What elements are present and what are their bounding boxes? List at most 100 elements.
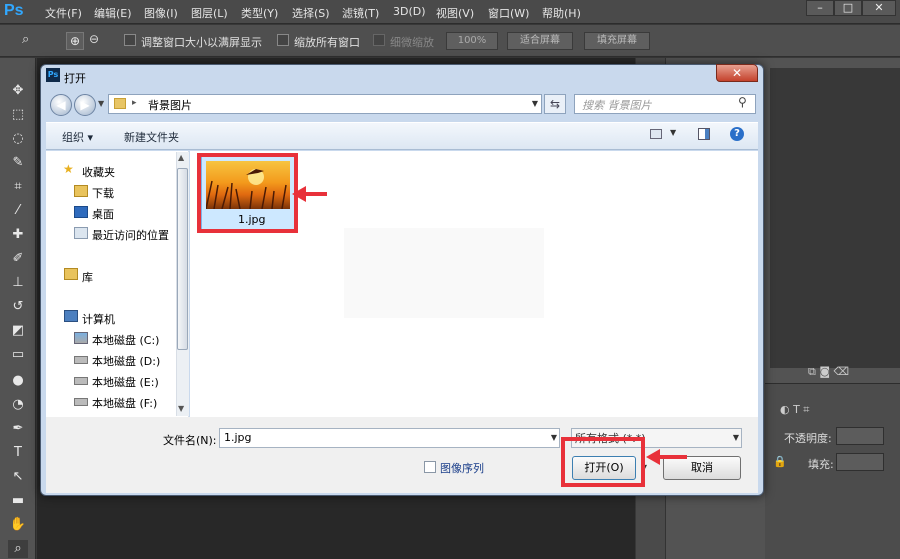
- nav-drive-c[interactable]: 本地磁盘 (C:): [92, 332, 159, 348]
- nav-drive-e[interactable]: 本地磁盘 (E:): [92, 374, 159, 390]
- address-dropdown-icon[interactable]: ▼: [528, 95, 542, 113]
- menu-layer[interactable]: 图层(L): [191, 5, 228, 21]
- history-dropdown-icon[interactable]: ▼: [98, 99, 104, 108]
- opacity-label: 不透明度:: [784, 432, 832, 445]
- view-icon[interactable]: [650, 129, 662, 139]
- nav-drive-f[interactable]: 本地磁盘 (F:): [92, 395, 157, 411]
- dialog-close-button[interactable]: ✕: [716, 64, 758, 82]
- nav-downloads[interactable]: 下载: [92, 185, 114, 201]
- drive-e-icon: [74, 377, 88, 385]
- zoom-tool-icon-active[interactable]: ⌕: [8, 540, 28, 558]
- photoshop-logo: Ps: [4, 2, 24, 19]
- layer-filter-icons[interactable]: ◐ T ⌗: [780, 403, 810, 417]
- minimize-button[interactable]: –: [806, 0, 834, 16]
- eraser-tool-icon[interactable]: ◩: [8, 322, 28, 340]
- close-window-button[interactable]: ✕: [862, 0, 896, 16]
- file-type-dropdown-icon[interactable]: ▼: [730, 428, 742, 448]
- image-sequence-checkbox[interactable]: [424, 461, 436, 473]
- new-folder-button[interactable]: 新建文件夹: [124, 129, 179, 145]
- fill-screen-button[interactable]: 填充屏幕: [584, 32, 650, 50]
- panel-footer-icons[interactable]: ⧉ ◙ ⌫: [808, 365, 849, 379]
- desktop-icon: [74, 206, 88, 218]
- fit-screen-button[interactable]: 适合屏幕: [507, 32, 573, 50]
- nav-favorites[interactable]: 收藏夹: [82, 164, 115, 180]
- back-button[interactable]: ◀: [50, 94, 72, 116]
- move-tool-icon[interactable]: ✥: [8, 82, 28, 100]
- path-select-icon[interactable]: ↖: [8, 468, 28, 486]
- crop-tool-icon[interactable]: ⌗: [8, 178, 28, 196]
- recent-places-icon: [74, 227, 88, 239]
- preview-pane-icon[interactable]: [698, 128, 710, 140]
- dialog-title: 打开: [64, 72, 86, 85]
- resize-window-checkbox[interactable]: [124, 34, 136, 46]
- nav-desktop[interactable]: 桌面: [92, 206, 114, 222]
- downloads-folder-icon: [74, 185, 88, 197]
- nav-recent[interactable]: 最近访问的位置: [92, 227, 169, 243]
- filename-input[interactable]: [219, 428, 560, 448]
- quick-select-icon[interactable]: ✎: [8, 154, 28, 172]
- menu-file[interactable]: 文件(F): [45, 5, 82, 21]
- watermark: [344, 228, 544, 318]
- dodge-tool-icon[interactable]: ◔: [8, 396, 28, 414]
- menu-image[interactable]: 图像(I): [144, 5, 178, 21]
- zoom-tool-icon[interactable]: ⌕: [22, 32, 29, 47]
- search-icon[interactable]: ⚲: [738, 95, 747, 109]
- red-arrowhead-file: [292, 186, 306, 202]
- organize-button[interactable]: 组织 ▾: [62, 129, 93, 145]
- red-arrow-open: [659, 455, 687, 459]
- menu-edit[interactable]: 编辑(E): [94, 5, 132, 21]
- menu-select[interactable]: 选择(S): [292, 5, 330, 21]
- breadcrumb[interactable]: 背景图片: [148, 97, 192, 113]
- image-sequence-label: 图像序列: [440, 462, 484, 475]
- zoom-all-checkbox[interactable]: [277, 34, 289, 46]
- opacity-input[interactable]: [836, 427, 884, 445]
- scrollbar-thumb[interactable]: [177, 168, 188, 350]
- stamp-tool-icon[interactable]: ⊥: [8, 274, 28, 292]
- scroll-up-icon[interactable]: ▲: [178, 153, 184, 162]
- shape-tool-icon[interactable]: ▬: [8, 492, 28, 510]
- history-brush-icon[interactable]: ↺: [8, 298, 28, 316]
- menu-filter[interactable]: 滤镜(T): [342, 5, 379, 21]
- breadcrumb-arrow-icon[interactable]: ▸: [132, 98, 137, 108]
- help-icon[interactable]: ?: [730, 127, 744, 141]
- zoom-out-icon[interactable]: ⊖: [89, 32, 99, 46]
- filename-dropdown-icon[interactable]: ▼: [548, 428, 560, 448]
- blur-tool-icon[interactable]: ●: [8, 372, 28, 390]
- menu-view[interactable]: 视图(V): [436, 5, 474, 21]
- filename-value: 1.jpg: [224, 431, 252, 444]
- fill-label: 填充:: [808, 458, 834, 471]
- zoom-in-icon[interactable]: ⊕: [66, 32, 84, 50]
- maximize-button[interactable]: □: [834, 0, 862, 16]
- fill-input[interactable]: [836, 453, 884, 471]
- refresh-icon[interactable]: ⇆: [544, 94, 566, 114]
- ps-dialog-icon: Ps: [46, 68, 60, 82]
- healing-brush-icon[interactable]: ✚: [8, 226, 28, 244]
- menu-3d[interactable]: 3D(D): [393, 5, 426, 18]
- menu-type[interactable]: 类型(Y): [241, 5, 278, 21]
- scroll-down-icon[interactable]: ▼: [178, 404, 184, 413]
- eyedropper-icon[interactable]: ⁄: [8, 202, 28, 220]
- hand-tool-icon[interactable]: ✋: [8, 516, 28, 534]
- zoom-all-label: 缩放所有窗口: [294, 36, 360, 49]
- red-arrow-file: [303, 192, 327, 196]
- star-icon: ★: [63, 162, 74, 176]
- nav-library[interactable]: 库: [82, 269, 93, 285]
- gradient-tool-icon[interactable]: ▭: [8, 346, 28, 364]
- nav-computer[interactable]: 计算机: [82, 311, 115, 327]
- lasso-tool-icon[interactable]: ◌: [8, 130, 28, 148]
- brush-tool-icon[interactable]: ✐: [8, 250, 28, 268]
- pen-tool-icon[interactable]: ✒: [8, 420, 28, 438]
- actual-pixels-button[interactable]: 100%: [446, 32, 498, 50]
- marquee-tool-icon[interactable]: ⬚: [8, 106, 28, 124]
- type-tool-icon[interactable]: T: [8, 444, 28, 462]
- nav-drive-d[interactable]: 本地磁盘 (D:): [92, 353, 160, 369]
- menu-help[interactable]: 帮助(H): [542, 5, 581, 21]
- scrubby-zoom-checkbox[interactable]: [373, 34, 385, 46]
- menu-window[interactable]: 窗口(W): [488, 5, 529, 21]
- library-icon: [64, 268, 78, 280]
- view-dropdown-icon[interactable]: ▼: [670, 128, 676, 137]
- lock-icon[interactable]: 🔒: [773, 455, 787, 468]
- red-arrowhead-open: [646, 449, 660, 465]
- cancel-button[interactable]: 取消: [663, 456, 741, 480]
- forward-button[interactable]: ▶: [74, 94, 96, 116]
